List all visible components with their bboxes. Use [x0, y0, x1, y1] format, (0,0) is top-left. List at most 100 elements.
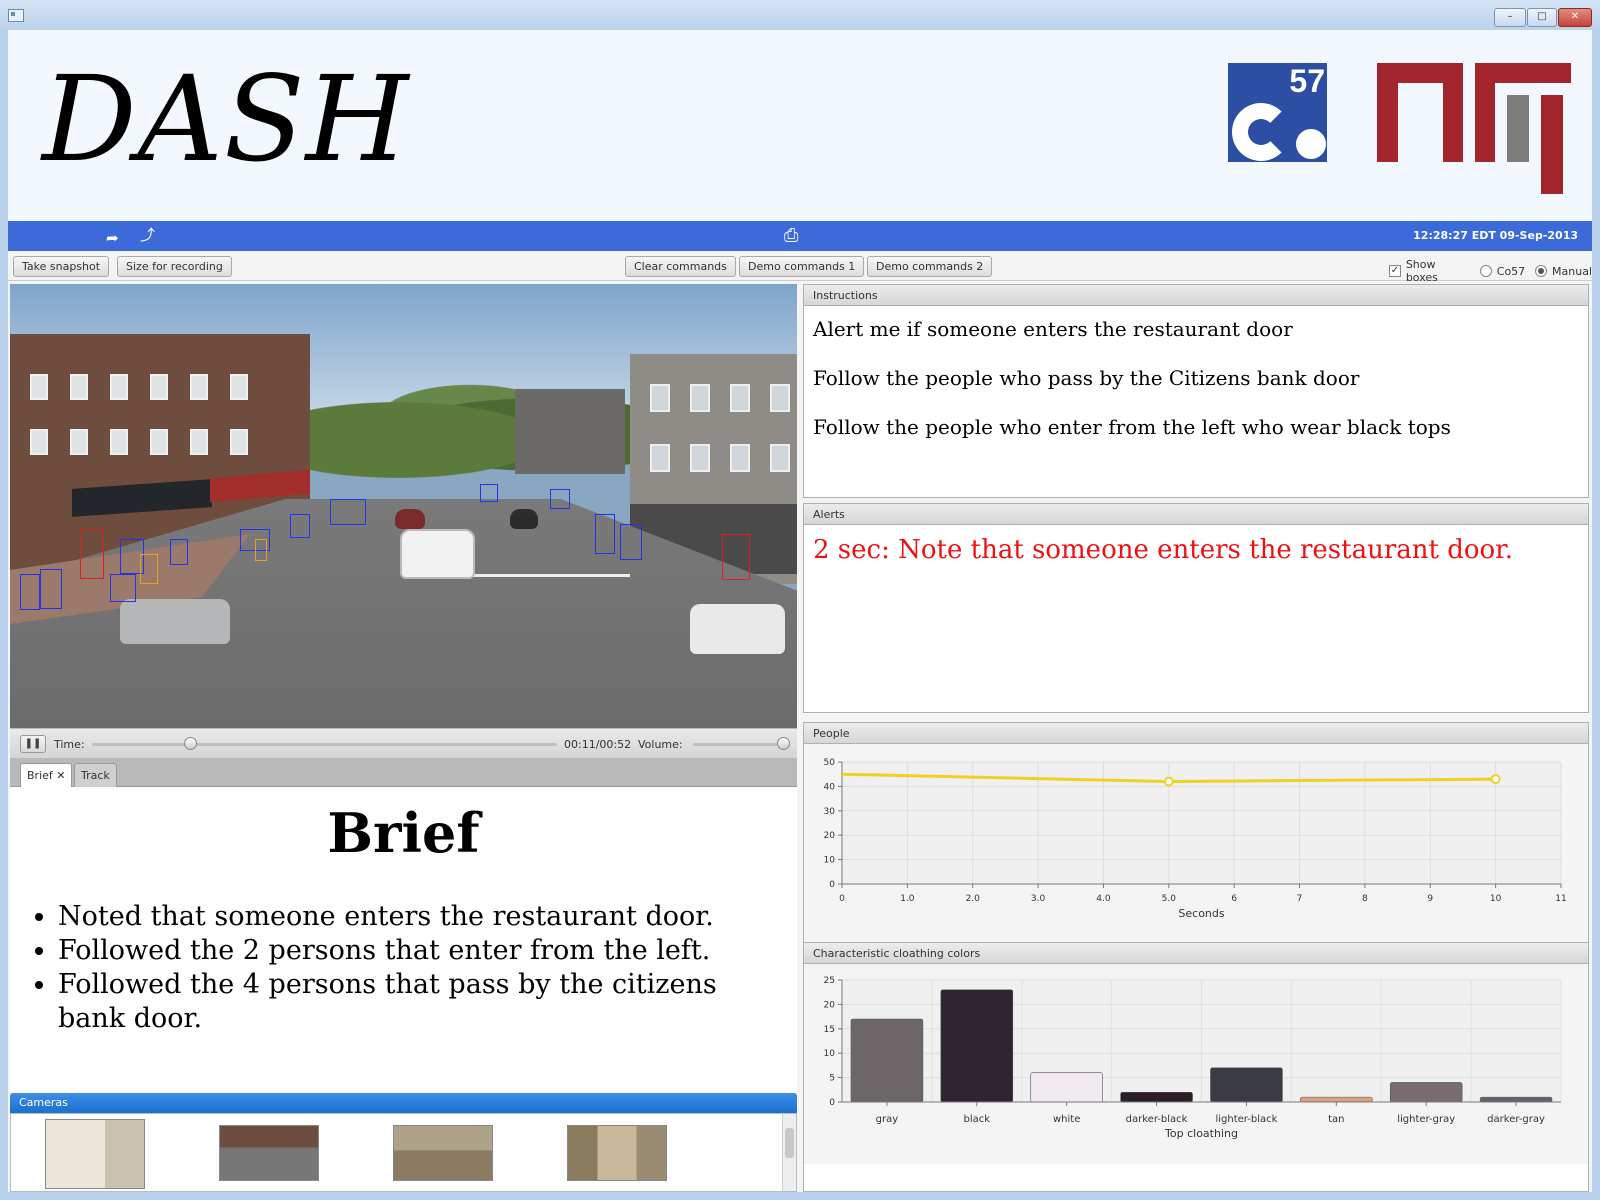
y-tick-label: 20 [824, 1000, 836, 1010]
app-header: DASH 57 [8, 30, 1592, 221]
close-tab-icon[interactable]: ✕ [56, 769, 65, 782]
time-slider-thumb[interactable] [183, 737, 197, 750]
y-tick-label: 50 [824, 758, 836, 768]
camera-thumbnail[interactable] [45, 1119, 145, 1189]
volume-label: Volume: [638, 738, 683, 751]
upload-arrow-icon[interactable]: ⤴ [140, 224, 155, 245]
app-title: DASH [42, 50, 410, 188]
camera-thumbnail[interactable] [219, 1125, 319, 1181]
clothing-panel: Characteristic cloathing colors 0 5 10 15 20… [803, 942, 1589, 1192]
display-options: ✓ Show boxes Co57 Manual [1389, 258, 1592, 284]
brief-item: Followed the 2 persons that enter from t… [58, 934, 778, 968]
app-window-icon[interactable] [8, 9, 24, 22]
show-boxes-label: Show boxes [1405, 258, 1438, 284]
status-bar: ➦ ⤴ ⎙ 12:28:27 EDT 09-Sep-2013 [8, 221, 1592, 251]
volume-slider[interactable] [693, 743, 783, 746]
x-tick-label: 9 [1427, 894, 1433, 904]
y-tick-label: 40 [824, 782, 836, 792]
camera-thumbnail[interactable] [567, 1125, 667, 1181]
co57-logo-number: 57 [1289, 63, 1325, 99]
x-tick-label: 5.0 [1162, 894, 1177, 904]
alerts-panel: Alerts 2 sec: Note that someone enters t… [803, 503, 1589, 713]
people-chart: 0 10 20 30 40 50 0 1.0 2.0 3.0 4.0 5.0 6 7 8 9 10 11 Secon… [804, 744, 1588, 969]
x-tick-label: 2.0 [966, 894, 981, 904]
cameras-scrollbar[interactable] [782, 1114, 796, 1191]
demo-commands-2-button[interactable]: Demo commands 2 [867, 256, 993, 277]
tab-track[interactable]: Track [74, 763, 117, 787]
y-tick-label: 10 [824, 856, 836, 866]
x-tick-label: 11 [1555, 894, 1566, 904]
tab-brief-label: Brief [27, 769, 53, 782]
size-for-recording-button[interactable]: Size for recording [117, 256, 232, 277]
bar-darker-gray [1479, 1096, 1553, 1103]
close-window-button[interactable]: ✕ [1558, 8, 1592, 27]
brief-panel: Brief Noted that someone enters the rest… [10, 787, 797, 1093]
y-tick-label: 25 [824, 976, 835, 986]
x-tick-label: black [964, 1114, 991, 1125]
x-tick-label: tan [1328, 1114, 1344, 1125]
x-tick-label: white [1053, 1114, 1080, 1125]
y-tick-label: 10 [824, 1049, 836, 1059]
x-tick-label: darker-gray [1487, 1114, 1545, 1125]
x-tick-label: 1.0 [900, 894, 915, 904]
time-value: 00:11/00:52 [564, 738, 632, 751]
bar-darker-black [1120, 1091, 1193, 1103]
co57-radio-label: Co57 [1496, 264, 1526, 278]
forward-arrow-icon[interactable]: ➦ [106, 229, 119, 247]
alerts-title: Alerts [804, 504, 1588, 525]
video-frame[interactable] [10, 284, 797, 728]
people-panel: People 0 10 20 30 40 50 0 1.0 2.0 3.0 4.0 5.0 6 7 8 9 10… [803, 722, 1589, 970]
x-tick-label: 6 [1231, 894, 1237, 904]
mit-logo [1377, 63, 1571, 194]
tab-track-label: Track [81, 769, 110, 782]
pause-button[interactable]: ❚❚ [20, 735, 46, 753]
window-titlebar: – □ ✕ [0, 0, 1600, 30]
x-tick-label: 0 [839, 894, 845, 904]
y-tick-label: 0 [829, 1098, 835, 1108]
brief-heading: Brief [327, 801, 480, 865]
y-tick-label: 0 [829, 880, 835, 890]
x-tick-label: darker-black [1126, 1114, 1188, 1125]
volume-slider-thumb[interactable] [777, 737, 790, 750]
instruction-line: Follow the people who pass by the Citize… [813, 366, 1360, 390]
demo-commands-1-button[interactable]: Demo commands 1 [739, 256, 865, 277]
instruction-line: Alert me if someone enters the restauran… [813, 317, 1293, 341]
x-tick-label: lighter-gray [1397, 1114, 1455, 1125]
brief-item: Noted that someone enters the restaurant… [58, 900, 778, 934]
bar-lighter-gray [1389, 1082, 1463, 1103]
bar-black [940, 989, 1014, 1103]
clothing-title: Characteristic cloathing colors [804, 943, 1588, 964]
y-tick-label: 30 [824, 807, 836, 817]
maximize-button[interactable]: □ [1527, 8, 1557, 27]
manual-radio[interactable] [1535, 265, 1548, 277]
bar-gray [850, 1018, 924, 1103]
people-line-chart: 0 10 20 30 40 50 0 1.0 2.0 3.0 4.0 5.0 6 7 8 9 10 11 Secon… [824, 758, 1567, 920]
co57-radio[interactable] [1479, 265, 1492, 277]
printer-icon[interactable]: ⎙ [784, 225, 798, 246]
time-slider[interactable] [92, 743, 557, 746]
cameras-strip [10, 1113, 797, 1192]
bar-lighter-black [1210, 1067, 1283, 1103]
bar-tan [1300, 1096, 1373, 1103]
cameras-header: Cameras [10, 1093, 797, 1113]
tab-brief[interactable]: Brief ✕ [20, 763, 73, 788]
clock-timestamp: 12:28:27 EDT 09-Sep-2013 [1413, 229, 1578, 242]
take-snapshot-button[interactable]: Take snapshot [13, 256, 110, 277]
camera-thumbnail[interactable] [393, 1125, 493, 1181]
people-data-point [1490, 774, 1501, 785]
manual-radio-label: Manual [1552, 264, 1592, 278]
people-title: People [804, 723, 1588, 744]
alert-message: 2 sec: Note that someone enters the rest… [813, 535, 1513, 565]
show-boxes-checkbox[interactable]: ✓ [1389, 265, 1401, 277]
people-data-point [1163, 776, 1174, 787]
x-tick-label: 3.0 [1031, 894, 1046, 904]
x-tick-label: lighter-black [1215, 1114, 1277, 1125]
minimize-button[interactable]: – [1494, 8, 1526, 27]
x-tick-label: 10 [1490, 894, 1502, 904]
x-tick-label: 7 [1297, 894, 1303, 904]
clear-commands-button[interactable]: Clear commands [625, 256, 736, 277]
instruction-line: Follow the people who enter from the lef… [813, 415, 1451, 439]
media-controls: ❚❚ Time: 00:11/00:52 Volume: [10, 728, 797, 758]
instructions-list[interactable]: Alert me if someone enters the restauran… [804, 306, 1588, 473]
bar-white [1030, 1072, 1103, 1103]
